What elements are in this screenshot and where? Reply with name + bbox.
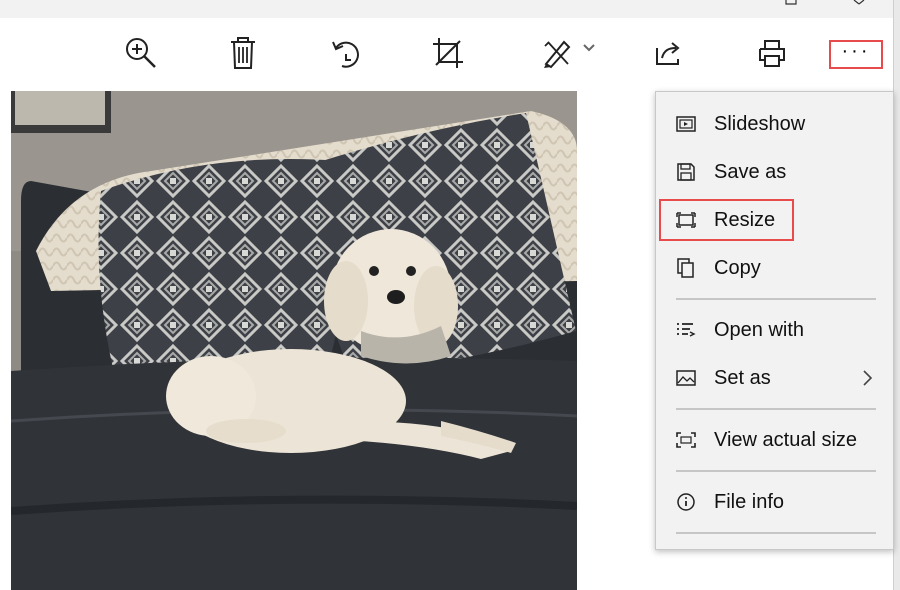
menu-item-save-as[interactable]: Save as — [656, 149, 893, 195]
menu-label: File info — [714, 490, 785, 513]
menu-label: Copy — [714, 256, 761, 279]
menu-label: Open with — [714, 318, 805, 341]
chevron-right-icon — [860, 368, 874, 388]
edit-draw-icon — [544, 40, 571, 69]
info-icon — [676, 492, 696, 512]
save-icon — [676, 162, 696, 182]
menu-separator — [676, 408, 876, 410]
printer-icon — [759, 40, 785, 67]
menu-label: Resize — [714, 208, 776, 231]
delete-button[interactable] — [220, 30, 266, 76]
menu-label: Slideshow — [714, 112, 806, 135]
share-button[interactable] — [646, 30, 692, 76]
menu-item-slideshow[interactable]: Slideshow — [656, 101, 893, 147]
menu-separator — [676, 470, 876, 472]
menu-item-resize[interactable]: Resize — [656, 197, 893, 243]
close-button[interactable] — [850, 0, 870, 8]
menu-item-copy[interactable]: Copy — [656, 245, 893, 291]
menu-separator — [676, 298, 876, 300]
trash-icon — [231, 37, 255, 69]
zoom-button[interactable] — [118, 30, 164, 76]
menu-item-set-as[interactable]: Set as — [656, 355, 893, 401]
rotate-icon — [332, 41, 359, 68]
set-as-icon — [676, 368, 696, 388]
share-icon — [656, 42, 680, 65]
menu-label: Save as — [714, 160, 787, 183]
dog-on-sofa-photo — [11, 91, 577, 590]
more-options-menu: Slideshow Save as Resize Copy Open with … — [655, 91, 894, 550]
menu-separator — [676, 532, 876, 534]
menu-item-open-with[interactable]: Open with — [656, 307, 893, 353]
actual-size-icon — [676, 430, 696, 450]
open-with-icon — [676, 320, 696, 340]
slideshow-icon — [676, 114, 696, 134]
menu-item-file-info[interactable]: File info — [656, 479, 893, 525]
restore-button[interactable] — [782, 0, 802, 8]
more-icon: ··· — [841, 39, 871, 62]
crop-icon — [433, 38, 463, 68]
title-bar — [0, 0, 900, 18]
menu-item-view-actual-size[interactable]: View actual size — [656, 417, 893, 463]
zoom-in-icon — [126, 38, 156, 68]
crop-button[interactable] — [425, 30, 471, 76]
more-options-button[interactable]: ··· — [829, 40, 883, 69]
menu-label: Set as — [714, 366, 771, 389]
chevron-down-icon — [583, 44, 595, 52]
copy-icon — [676, 258, 696, 278]
menu-label: View actual size — [714, 428, 858, 451]
rotate-button[interactable] — [323, 30, 369, 76]
resize-icon — [676, 210, 696, 230]
window-edge — [893, 0, 900, 590]
edit-button[interactable] — [533, 30, 603, 76]
print-button[interactable] — [749, 30, 795, 76]
